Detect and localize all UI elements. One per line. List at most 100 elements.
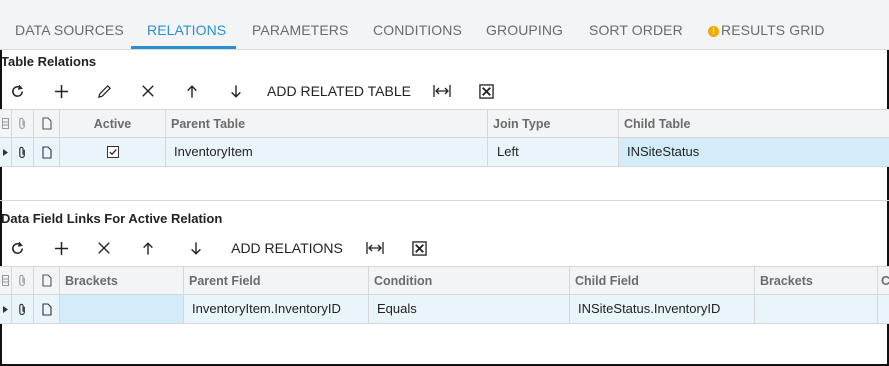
tab-results-grid[interactable]: ! RESULTS GRID: [708, 0, 825, 50]
tab-relations[interactable]: RELATIONS: [147, 0, 226, 50]
cell-child-field[interactable]: INSiteStatus.InventoryID: [570, 295, 755, 323]
columns-icon: [2, 118, 9, 129]
row-attachment[interactable]: [12, 138, 34, 166]
tab-parameters[interactable]: PARAMETERS: [252, 0, 348, 50]
arrow-up-icon: [187, 84, 197, 98]
col-child-field[interactable]: Child Field: [570, 267, 755, 294]
arrow-down-icon: [231, 84, 241, 98]
plus-icon: [54, 241, 68, 255]
paperclip-icon: [19, 274, 25, 286]
edit-button[interactable]: [91, 76, 117, 106]
tab-sort-order[interactable]: SORT ORDER: [589, 0, 683, 50]
active-checkbox[interactable]: [60, 138, 166, 166]
move-down-button[interactable]: [223, 76, 249, 106]
attachment-header: [12, 267, 34, 294]
section-divider: [0, 200, 889, 201]
note-icon: [41, 274, 52, 287]
paperclip-icon: [19, 146, 25, 158]
row-selector-header: [0, 267, 12, 294]
refresh-icon: [11, 84, 23, 97]
cell-parent-table[interactable]: InventoryItem: [166, 138, 488, 166]
close-icon: [142, 85, 154, 97]
note-icon: [41, 145, 52, 159]
active-tab-indicator: [131, 46, 236, 49]
refresh-button[interactable]: [4, 233, 30, 263]
row-selector-header: [0, 110, 12, 137]
note-header: [34, 267, 60, 294]
col-child-table[interactable]: Child Table: [619, 110, 889, 137]
col-brackets-open[interactable]: Brackets: [60, 267, 184, 294]
fit-width-icon: [366, 242, 384, 254]
columns-icon: [2, 275, 9, 286]
data-field-links-grid: Brackets Parent Field Condition Child Fi…: [0, 266, 889, 326]
note-header: [34, 110, 60, 137]
table-relations-title: Table Relations: [1, 54, 97, 69]
plus-icon: [54, 84, 68, 98]
cell-join-type[interactable]: Left: [488, 138, 619, 166]
table-relations-grid: Active Parent Table Join Type Child Tabl…: [0, 109, 889, 169]
pencil-icon: [97, 84, 111, 98]
excel-icon: [411, 240, 427, 256]
table-row[interactable]: InventoryItem.InventoryID Equals INSiteS…: [0, 295, 889, 324]
note-icon: [41, 117, 52, 130]
close-icon: [98, 242, 110, 254]
fit-columns-button[interactable]: [363, 233, 387, 263]
warning-icon: !: [708, 26, 719, 37]
table-relations-toolbar: ADD RELATED TABLE: [0, 76, 889, 106]
row-note[interactable]: [34, 295, 60, 323]
col-parent-field[interactable]: Parent Field: [184, 267, 369, 294]
export-excel-button[interactable]: [474, 76, 498, 106]
data-field-links-toolbar: ADD RELATIONS: [0, 233, 889, 263]
cell-overflow[interactable]: [878, 295, 889, 323]
checkbox-checked-icon: [106, 146, 119, 158]
move-up-button[interactable]: [135, 233, 161, 263]
col-overflow[interactable]: C: [878, 267, 889, 294]
col-join-type[interactable]: Join Type: [488, 110, 619, 137]
row-selector[interactable]: [0, 295, 12, 323]
arrow-down-icon: [191, 241, 201, 255]
current-row-icon: [3, 148, 8, 156]
attachment-header: [12, 110, 34, 137]
excel-icon: [478, 83, 494, 99]
delete-button[interactable]: [91, 233, 117, 263]
tab-bar: DATA SOURCES RELATIONS PARAMETERS CONDIT…: [0, 0, 889, 50]
note-icon: [41, 302, 52, 316]
col-brackets-close[interactable]: Brackets: [755, 267, 878, 294]
cell-brackets-close[interactable]: [755, 295, 878, 323]
add-relations-label: ADD RELATIONS: [231, 240, 343, 256]
add-relations-button[interactable]: ADD RELATIONS: [231, 233, 343, 263]
row-attachment[interactable]: [12, 295, 34, 323]
tab-grouping[interactable]: GROUPING: [486, 0, 563, 50]
refresh-icon: [11, 241, 23, 254]
cell-condition[interactable]: Equals: [369, 295, 570, 323]
tab-conditions[interactable]: CONDITIONS: [373, 0, 462, 50]
move-down-button[interactable]: [183, 233, 209, 263]
export-excel-button[interactable]: [407, 233, 431, 263]
add-related-table-button[interactable]: ADD RELATED TABLE: [267, 76, 411, 106]
tab-data-sources[interactable]: DATA SOURCES: [15, 0, 124, 50]
fit-width-icon: [433, 85, 451, 97]
cell-child-table[interactable]: INSiteStatus: [619, 138, 889, 166]
data-field-links-title: Data Field Links For Active Relation: [1, 211, 223, 226]
current-row-icon: [3, 305, 8, 313]
arrow-up-icon: [143, 241, 153, 255]
grid-header: Active Parent Table Join Type Child Tabl…: [0, 109, 889, 138]
col-condition[interactable]: Condition: [369, 267, 570, 294]
tab-results-grid-label: RESULTS GRID: [721, 22, 825, 38]
add-row-button[interactable]: [48, 233, 74, 263]
add-row-button[interactable]: [48, 76, 74, 106]
row-selector[interactable]: [0, 138, 12, 166]
grid-header: Brackets Parent Field Condition Child Fi…: [0, 266, 889, 295]
delete-button[interactable]: [135, 76, 161, 106]
paperclip-icon: [19, 303, 25, 315]
cell-parent-field[interactable]: InventoryItem.InventoryID: [184, 295, 369, 323]
refresh-button[interactable]: [4, 76, 30, 106]
col-parent-table[interactable]: Parent Table: [166, 110, 488, 137]
table-row[interactable]: InventoryItem Left INSiteStatus: [0, 138, 889, 167]
fit-columns-button[interactable]: [430, 76, 454, 106]
row-note[interactable]: [34, 138, 60, 166]
add-related-table-label: ADD RELATED TABLE: [267, 83, 411, 99]
move-up-button[interactable]: [179, 76, 205, 106]
col-active[interactable]: Active: [60, 110, 166, 137]
cell-brackets-open[interactable]: [60, 295, 184, 323]
